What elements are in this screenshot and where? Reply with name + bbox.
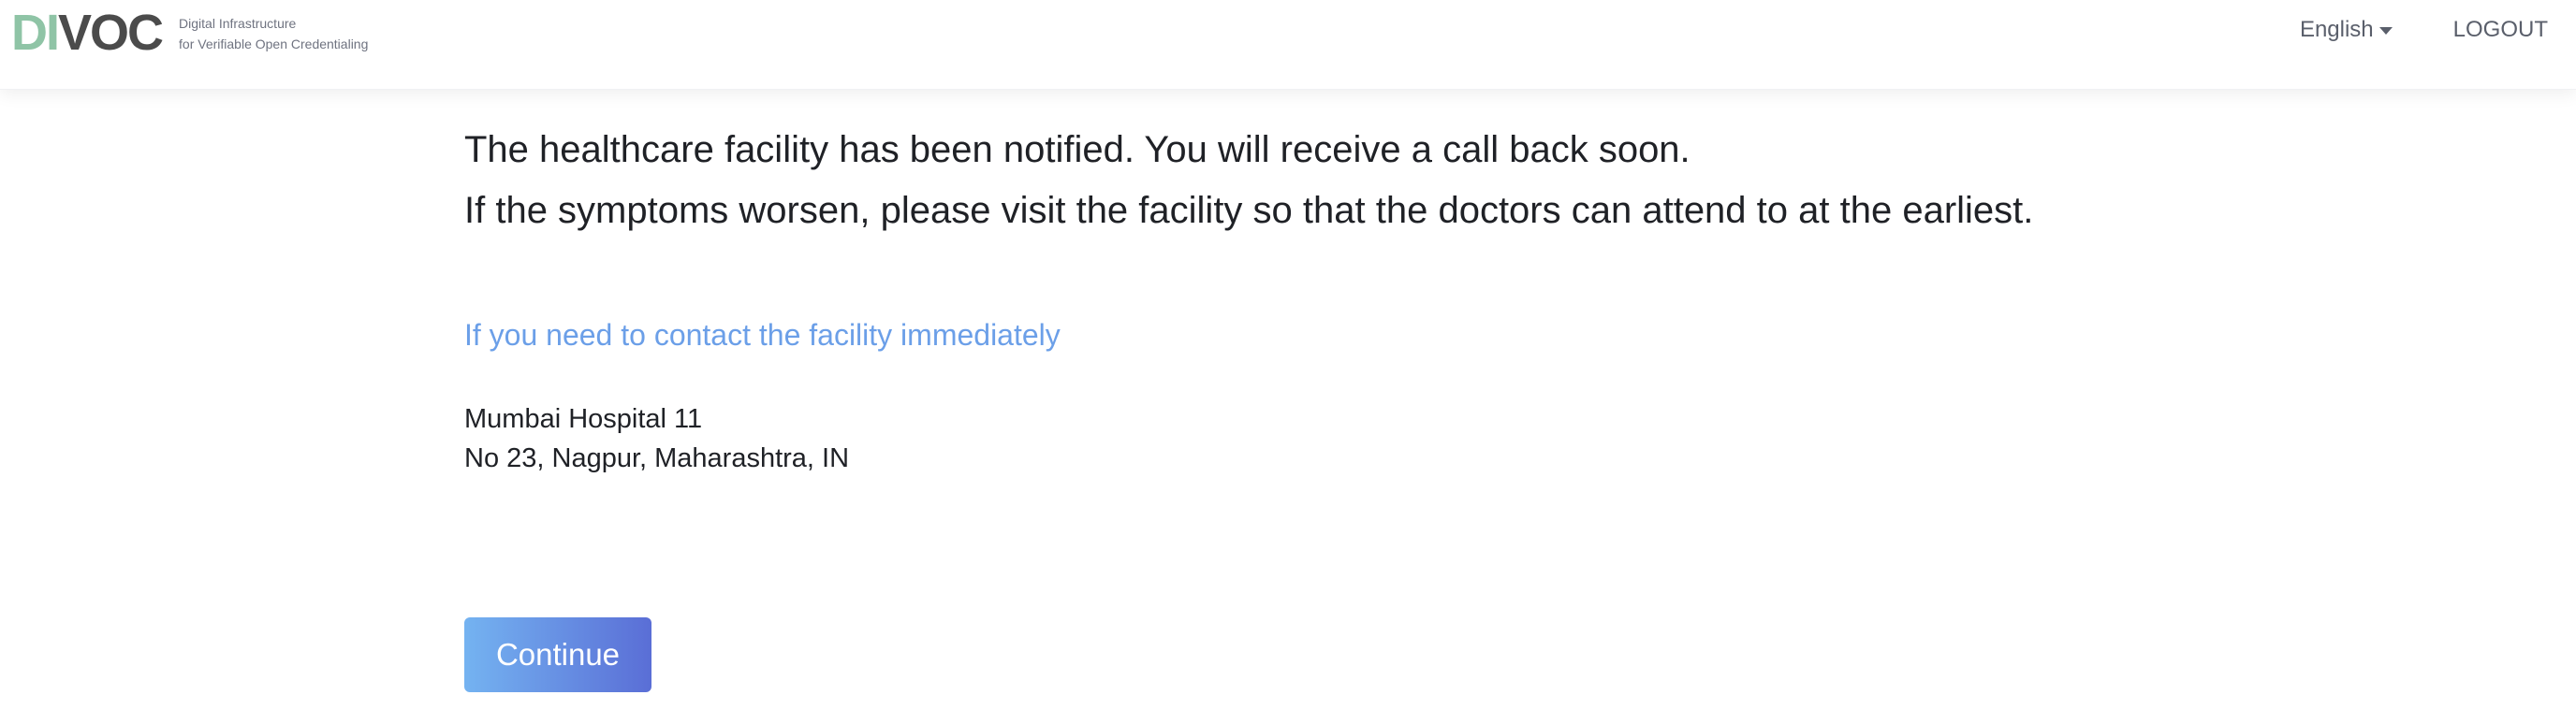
symptoms-advice-message: If the symptoms worsen, please visit the… <box>464 190 2034 231</box>
language-label: English <box>2299 17 2374 42</box>
logo-mark: DI VOC <box>11 5 164 61</box>
logo-mark-dark: VOC <box>58 5 164 61</box>
language-dropdown[interactable]: English <box>2300 17 2393 43</box>
continue-button[interactable]: Continue <box>464 617 651 692</box>
contact-facility-heading: If you need to contact the facility imme… <box>464 318 1061 352</box>
notification-message: The healthcare facility has been notifie… <box>464 129 1690 170</box>
facility-name: Mumbai Hospital 11 <box>464 404 703 434</box>
logo-tagline-line2: for Verifiable Open Credentialing <box>179 36 369 51</box>
facility-address: No 23, Nagpur, Maharashtra, IN <box>464 443 850 473</box>
chevron-down-icon <box>2378 27 2393 35</box>
top-navbar: DI VOC Digital Infrastructure for Verifi… <box>0 0 2576 90</box>
logo-mark-green: DI <box>11 5 60 61</box>
logo-tagline: Digital Infrastructure for Verifiable Op… <box>179 13 368 54</box>
logout-link[interactable]: LOGOUT <box>2453 17 2548 43</box>
navbar-actions: English LOGOUT <box>2300 17 2548 43</box>
divoc-logo[interactable]: DI VOC Digital Infrastructure for Verifi… <box>11 6 368 60</box>
logo-tagline-line1: Digital Infrastructure <box>179 16 297 31</box>
